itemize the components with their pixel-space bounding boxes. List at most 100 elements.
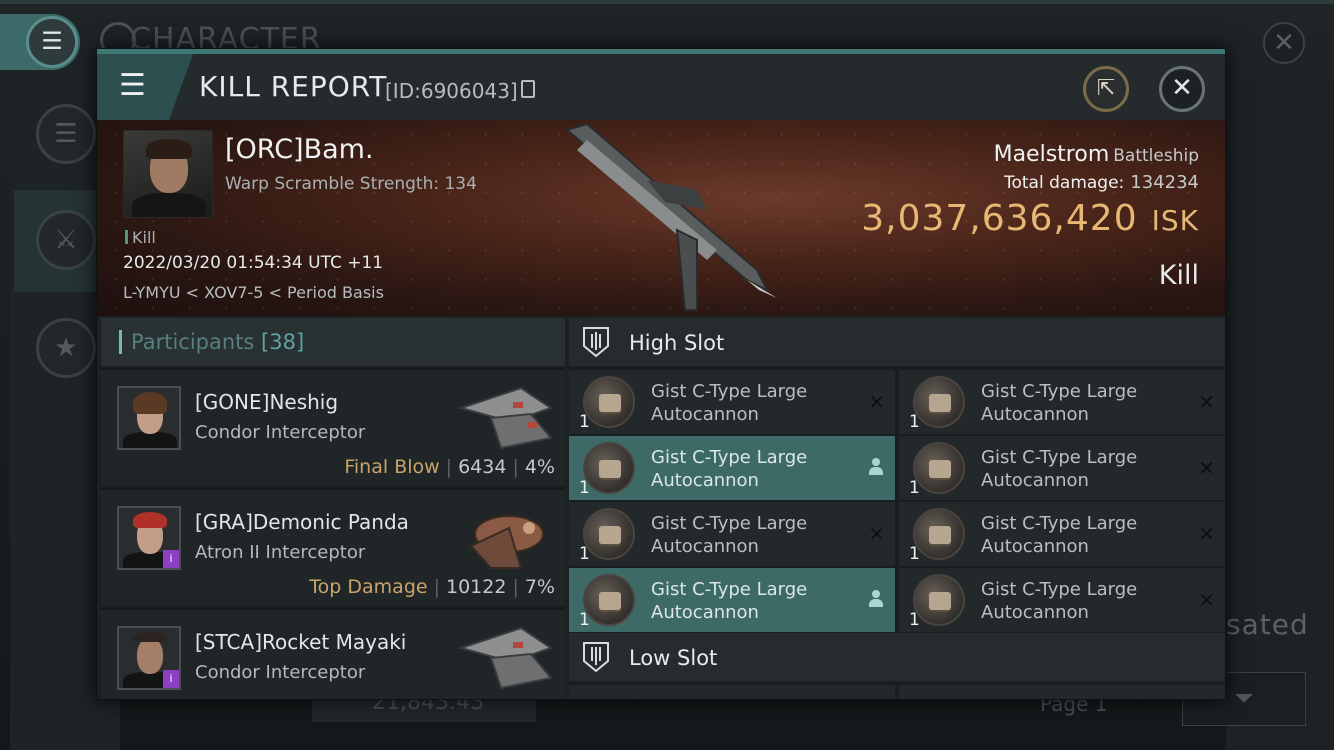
participant-stats: Final Blow | 6434 | 4%	[344, 456, 555, 478]
info-badge-icon: i	[163, 550, 179, 568]
dropped-person-icon	[869, 590, 883, 608]
dropped-person-icon	[869, 458, 883, 476]
ship-class: Battleship	[1113, 146, 1199, 166]
destroyed-icon: ✕	[868, 390, 885, 414]
participant-stat-label: Top Damage	[309, 576, 428, 598]
participant-name: [GONE]Neshig	[195, 390, 339, 414]
victim-ship-image[interactable]	[547, 120, 787, 316]
kill-type: Kill	[1158, 260, 1199, 291]
participant-portrait[interactable]	[117, 386, 181, 450]
module-item[interactable]: 1 Gist C-Type Large Autocannon ✕	[899, 436, 1225, 500]
isk-amount: 3,037,636,420	[861, 198, 1138, 239]
participant-portrait[interactable]: i	[117, 506, 181, 570]
autocannon-icon	[583, 508, 635, 560]
victim-portrait[interactable]	[123, 130, 213, 218]
participant-portrait[interactable]: i	[117, 626, 181, 690]
module-item[interactable]	[569, 685, 895, 699]
total-damage: Total damage: 134234	[1004, 172, 1199, 193]
module-quantity: 1	[579, 544, 590, 564]
high-slot-title: High Slot	[629, 331, 725, 355]
high-slot-icon	[583, 327, 609, 358]
module-name: Gist C-Type Large Autocannon	[981, 579, 1138, 623]
kill-tag-label: Kill	[132, 228, 156, 247]
module-quantity: 1	[579, 412, 590, 432]
victim-name[interactable]: [ORC]Bam.	[225, 134, 374, 165]
module-quantity: 1	[909, 478, 920, 498]
background-right-panel	[1226, 80, 1334, 750]
module-item[interactable]: 1 Gist C-Type Large Autocannon ✕	[899, 568, 1225, 632]
victim-ship-name[interactable]: Maelstrom Battleship	[994, 142, 1199, 167]
participant-row[interactable]: i [STCA]Rocket Mayaki Condor Interceptor	[101, 608, 565, 699]
autocannon-icon	[913, 574, 965, 626]
module-name: Gist C-Type Large Autocannon	[651, 513, 808, 557]
participant-stats: Top Damage | 10122 | 7%	[309, 576, 555, 598]
background-right-text: sated	[1226, 608, 1309, 641]
module-item[interactable]: 1 Gist C-Type Large Autocannon ✕	[569, 502, 895, 566]
copy-icon[interactable]	[521, 80, 535, 98]
module-item[interactable]: 1 Gist C-Type Large Autocannon	[569, 568, 895, 632]
participant-name: [STCA]Rocket Mayaki	[195, 630, 407, 654]
participant-ship-image	[469, 515, 544, 569]
module-item[interactable]: 1 Gist C-Type Large Autocannon	[569, 436, 895, 500]
participant-ship-image	[457, 386, 554, 450]
main-menu-button[interactable]: ☰	[0, 14, 80, 70]
autocannon-icon	[583, 574, 635, 626]
module-quantity: 1	[909, 412, 920, 432]
module-item[interactable]	[899, 685, 1225, 699]
autocannon-icon	[913, 376, 965, 428]
module-quantity: 1	[909, 610, 920, 630]
module-name: Gist C-Type Large Autocannon	[651, 579, 808, 623]
list-icon[interactable]: ☰	[36, 104, 96, 164]
destroyed-icon: ✕	[868, 522, 885, 546]
damage-label: Total damage:	[1004, 173, 1125, 193]
star-icon[interactable]: ★	[36, 318, 96, 378]
participant-percent: 7%	[524, 576, 555, 598]
low-slot-title: Low Slot	[629, 646, 718, 670]
low-slot-header[interactable]: Low Slot	[569, 633, 1225, 681]
fitting-slots: High Slot 1 Gist C-Type Large Autocannon …	[569, 318, 1225, 699]
menu-icon: ☰	[26, 16, 78, 68]
isk-value: 3,037,636,420 ISK	[861, 198, 1199, 239]
module-quantity: 1	[909, 544, 920, 564]
destroyed-icon: ✕	[1198, 522, 1215, 546]
modal-header: ☰ KILL REPORT [ID:6906043] ⇱ ✕	[97, 54, 1225, 120]
kill-date: 2022/03/20 01:54:34 UTC +11	[123, 253, 384, 273]
victim-banner: [ORC]Bam. Warp Scramble Strength: 134 Ki…	[97, 120, 1225, 316]
high-slot-header[interactable]: High Slot	[569, 318, 1225, 366]
participant-row[interactable]: i [GRA]Demonic Panda Atron II Intercepto…	[101, 488, 565, 606]
share-icon[interactable]: ⇱	[1083, 66, 1129, 112]
participant-stat-label: Final Blow	[344, 456, 440, 478]
participants-count: [38]	[261, 330, 305, 354]
close-icon[interactable]: ✕	[1159, 66, 1205, 112]
background-close-icon[interactable]: ✕	[1263, 22, 1305, 64]
module-item[interactable]: 1 Gist C-Type Large Autocannon ✕	[899, 370, 1225, 434]
kill-tag: Kill	[125, 228, 156, 247]
participants-title: Participants	[131, 330, 255, 354]
participant-damage: 10122	[445, 576, 507, 598]
module-name: Gist C-Type Large Autocannon	[651, 447, 808, 491]
kill-id: [ID:6906043]	[385, 79, 518, 103]
participants-header[interactable]: Participants [38]	[101, 318, 565, 366]
participant-ship: Atron II Interceptor	[195, 542, 366, 563]
module-name: Gist C-Type Large Autocannon	[651, 381, 808, 425]
module-name: Gist C-Type Large Autocannon	[981, 513, 1138, 557]
autocannon-icon	[913, 442, 965, 494]
damage-value: 134234	[1130, 172, 1199, 193]
info-badge-icon: i	[163, 670, 179, 688]
menu-icon[interactable]: ☰	[119, 70, 146, 102]
participant-ship: Condor Interceptor	[195, 662, 366, 683]
participants-panel: Participants [38] [GONE]Neshig Condor In…	[101, 318, 565, 699]
module-quantity: 1	[579, 610, 590, 630]
participant-row[interactable]: [GONE]Neshig Condor Interceptor Final Bl…	[101, 368, 565, 486]
module-item[interactable]: 1 Gist C-Type Large Autocannon ✕	[569, 370, 895, 434]
destroyed-icon: ✕	[1198, 390, 1215, 414]
destroyed-icon: ✕	[1198, 588, 1215, 612]
autocannon-icon	[583, 376, 635, 428]
crossed-swords-icon[interactable]: ⚔	[36, 210, 96, 270]
destroyed-icon: ✕	[1198, 456, 1215, 480]
module-quantity: 1	[579, 478, 590, 498]
autocannon-icon	[913, 508, 965, 560]
kill-location[interactable]: L-YMYU < XOV7-5 < Period Basis	[123, 283, 384, 302]
victim-subtitle: Warp Scramble Strength: 134	[225, 174, 477, 194]
module-item[interactable]: 1 Gist C-Type Large Autocannon ✕	[899, 502, 1225, 566]
